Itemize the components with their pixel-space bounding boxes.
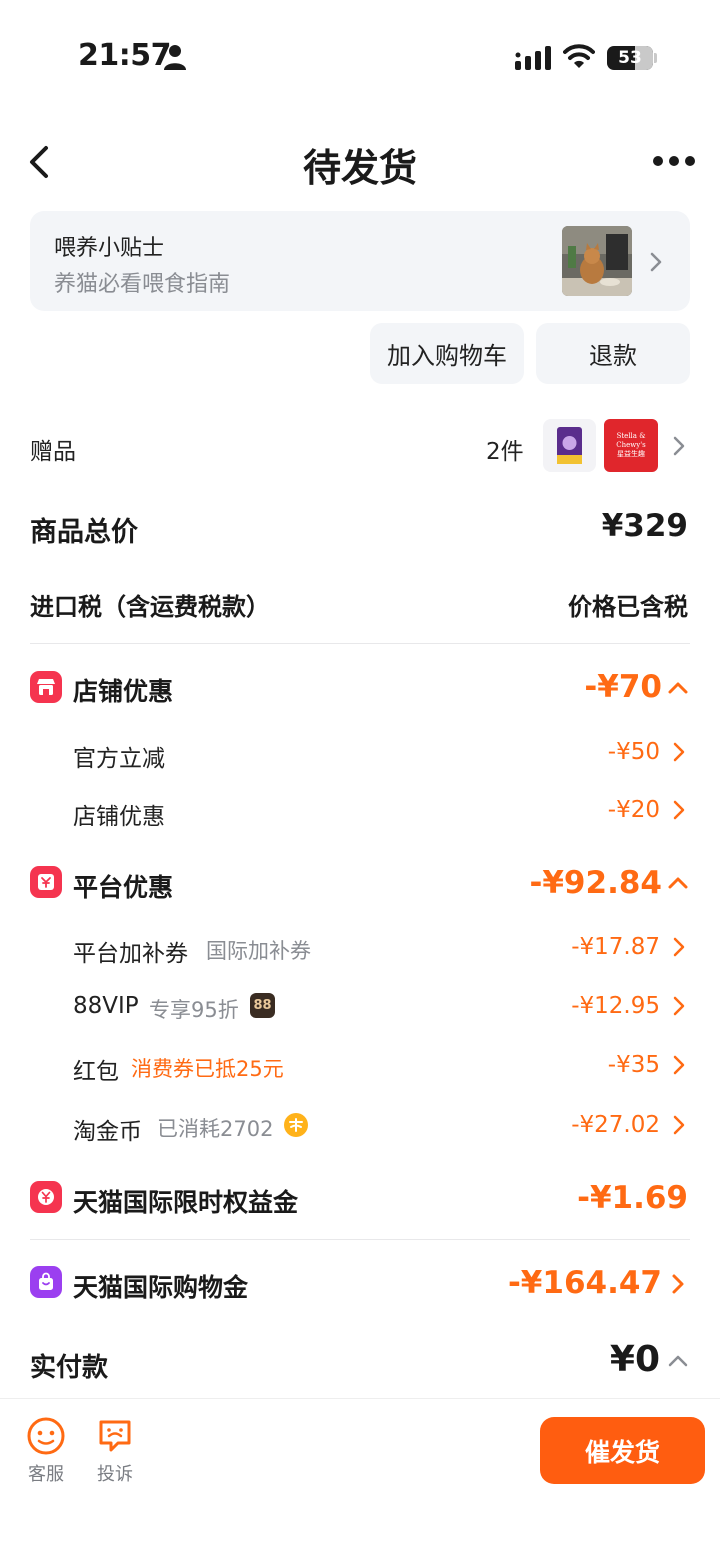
battery-indicator: 53 xyxy=(607,46,653,70)
cat-feeding-thumbnail xyxy=(562,226,632,296)
benefit-label: 天猫国际限时权益金 xyxy=(73,1188,299,1217)
gold-coin-icon xyxy=(284,1113,308,1137)
store-coupon-value[interactable]: -¥20 xyxy=(608,797,660,823)
vip-note: 专享95折 xyxy=(149,998,239,1022)
gift-brand-name: Stella & Chewy's xyxy=(616,432,646,449)
store-coupon-label: 店铺优惠 xyxy=(73,804,165,830)
chevron-right-icon[interactable] xyxy=(672,1054,686,1076)
complaint-label[interactable]: 投诉 xyxy=(89,1460,141,1486)
actual-payment-label: 实付款 xyxy=(30,1353,109,1383)
platform-subsidy-label: 平台加补券 xyxy=(73,941,188,967)
customer-service-icon[interactable] xyxy=(26,1416,66,1456)
vip-label: 88VIP xyxy=(73,993,139,1019)
gift-item-image[interactable] xyxy=(543,419,596,472)
status-time: 21:57 xyxy=(78,38,172,73)
chevron-right-icon[interactable] xyxy=(672,435,686,457)
page-title: 待发货 xyxy=(302,146,417,190)
complaint-icon[interactable] xyxy=(96,1417,134,1455)
urge-shipping-button[interactable]: 催发货 xyxy=(540,1417,705,1484)
divider xyxy=(30,643,690,644)
chevron-right-icon[interactable] xyxy=(672,1114,686,1136)
add-to-cart-button[interactable]: 加入购物车 xyxy=(370,323,524,384)
taojinbi-value[interactable]: -¥27.02 xyxy=(571,1112,660,1138)
vip-value[interactable]: -¥12.95 xyxy=(571,993,660,1019)
goods-total-value: ¥329 xyxy=(601,508,688,544)
cellular-signal-icon xyxy=(515,46,551,70)
chevron-up-icon[interactable] xyxy=(667,1354,689,1368)
tip-subtitle: 养猫必看喂食指南 xyxy=(54,272,231,297)
goods-total-label: 商品总价 xyxy=(30,517,138,548)
benefit-icon xyxy=(30,1181,62,1213)
shopping-bag-icon xyxy=(30,1266,62,1298)
platform-subsidy-value[interactable]: -¥17.87 xyxy=(571,934,660,960)
chevron-right-icon[interactable] xyxy=(672,741,686,763)
platform-discount-value[interactable]: -¥92.84 xyxy=(530,865,663,901)
actual-payment-value[interactable]: ¥0 xyxy=(610,1339,660,1380)
gift-count[interactable]: 2件 xyxy=(486,432,524,466)
battery-tip xyxy=(654,53,657,63)
gift-brand-name-cn: 星益生趣 xyxy=(617,450,645,458)
vip-badge: 88 xyxy=(250,993,275,1018)
import-tax-label: 进口税（含运费税款） xyxy=(30,593,270,621)
chevron-right-icon[interactable] xyxy=(672,799,686,821)
gift-label: 赠品 xyxy=(30,439,76,465)
battery-level: 53 xyxy=(618,48,642,68)
red-packet-note: 消费券已抵25元 xyxy=(131,1057,284,1081)
red-packet-label: 红包 xyxy=(73,1059,119,1085)
chevron-up-icon[interactable] xyxy=(667,681,689,695)
red-packet-value[interactable]: -¥35 xyxy=(608,1052,660,1078)
customer-service-label[interactable]: 客服 xyxy=(20,1460,72,1486)
chevron-right-icon[interactable] xyxy=(670,1272,686,1296)
person-icon xyxy=(164,45,186,70)
taojinbi-note: 已消耗2702 xyxy=(157,1117,274,1141)
store-discount-value[interactable]: -¥70 xyxy=(584,669,662,705)
import-tax-value: 价格已含税 xyxy=(568,593,688,621)
chevron-up-icon[interactable] xyxy=(667,876,689,890)
platform-coupon-icon xyxy=(30,866,62,898)
chevron-right-icon[interactable] xyxy=(672,936,686,958)
chevron-right-icon xyxy=(650,252,662,272)
taojinbi-label: 淘金币 xyxy=(73,1119,142,1145)
benefit-value: -¥1.69 xyxy=(577,1180,688,1216)
gift-brand-image[interactable]: Stella & Chewy's 星益生趣 xyxy=(604,419,658,472)
official-reduction-value[interactable]: -¥50 xyxy=(608,739,660,765)
platform-discount-label: 平台优惠 xyxy=(73,873,174,902)
wifi-icon xyxy=(563,44,595,68)
chevron-right-icon[interactable] xyxy=(672,995,686,1017)
shopping-gold-value[interactable]: -¥164.47 xyxy=(508,1265,662,1301)
store-discount-label: 店铺优惠 xyxy=(73,677,174,706)
refund-button[interactable]: 退款 xyxy=(536,323,690,384)
official-reduction-label: 官方立减 xyxy=(73,746,165,772)
shopping-gold-label: 天猫国际购物金 xyxy=(73,1273,249,1302)
more-options-icon[interactable] xyxy=(652,154,696,168)
platform-subsidy-note: 国际加补券 xyxy=(206,939,311,963)
tip-title: 喂养小贴士 xyxy=(54,236,165,261)
store-icon xyxy=(30,671,62,703)
divider xyxy=(30,1239,690,1240)
